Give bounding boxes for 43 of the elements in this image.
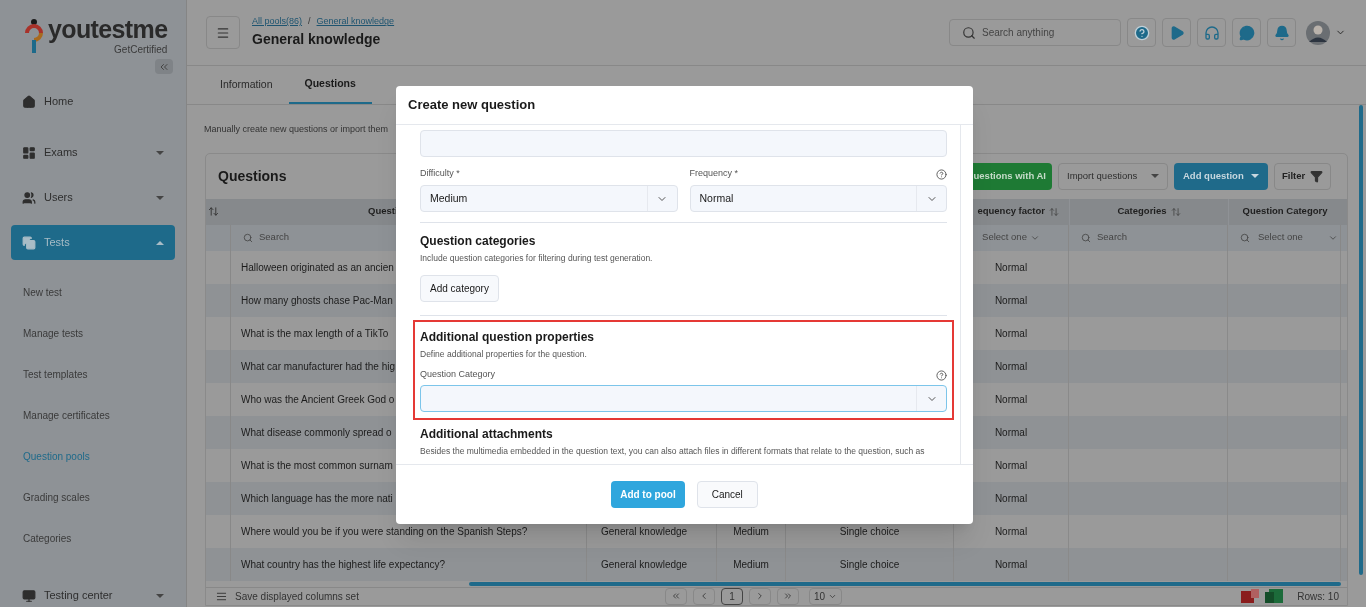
table-cell-text: Normal [994,392,1028,407]
table-cell-text: Normal [994,293,1028,308]
field-label: Difficulty * [420,167,460,181]
table-cell-text: Normal [994,359,1028,374]
dialog-title: Create new question [408,96,536,115]
table-cell-text: General knowledge [601,524,688,539]
table-cell-text: How many ghosts chase Pac-Man [241,293,393,308]
table-cell-text: Normal [994,557,1028,572]
breadcrumb-separator: / [308,15,311,29]
section-description: Besides the multimedia embedded in the question text, you can also attach files in different formats that relate to the question, such as [420,446,926,457]
section-title: Additional question properties [420,329,595,346]
table-cell-text: What is the max length of a TikTo [241,326,389,341]
section-description: Include question categories for filtering during test generation. [420,253,654,264]
table-cell-text: Where would you be if you were standing on the Spanish Steps? [241,524,528,539]
table-cell-text: General knowledge [601,557,688,572]
rows-count: Rows: 10 [1297,589,1339,604]
table-cell-text: Normal [994,491,1028,506]
table-cell-text: What country has the highest life expectancy? [241,557,445,572]
field-label: Frequency * [689,167,739,181]
table-cell-text: Normal [994,458,1028,473]
section-description: Define additional properties for the question. [420,349,588,360]
table-cell-text: Who was the Ancient Greek God o [241,392,395,407]
card-title: Questions [218,166,287,186]
table-cell-text: Single choice [839,524,900,539]
table-cell-text: Halloween originated as an ancien [241,260,394,275]
table-cell-text: What disease commonly spread o [241,425,392,440]
section-title: Question categories [420,233,537,250]
field-label: Question Category [420,368,496,382]
table-cell-text: Normal [994,425,1028,440]
table-cell-text: What car manufacturer had the hig [241,359,395,374]
page-title: General knowledge [252,29,382,49]
logo-wordmark: youtestme [48,16,168,42]
intro-text: Manually create new questions or import them [204,123,390,136]
table-cell-text: Normal [994,260,1028,275]
table-cell-text: Normal [994,524,1028,539]
table-cell-text: Which language has the more nati [241,491,393,506]
table-cell-text: Medium [733,557,769,572]
table-cell-text: What is the most common surnam [241,458,393,473]
logo-tagline: GetCertified [114,43,168,57]
table-cell-text: Normal [994,326,1028,341]
table-cell-text: Medium [733,524,769,539]
table-cell-text: Single choice [839,557,900,572]
section-title: Additional attachments [420,426,554,443]
